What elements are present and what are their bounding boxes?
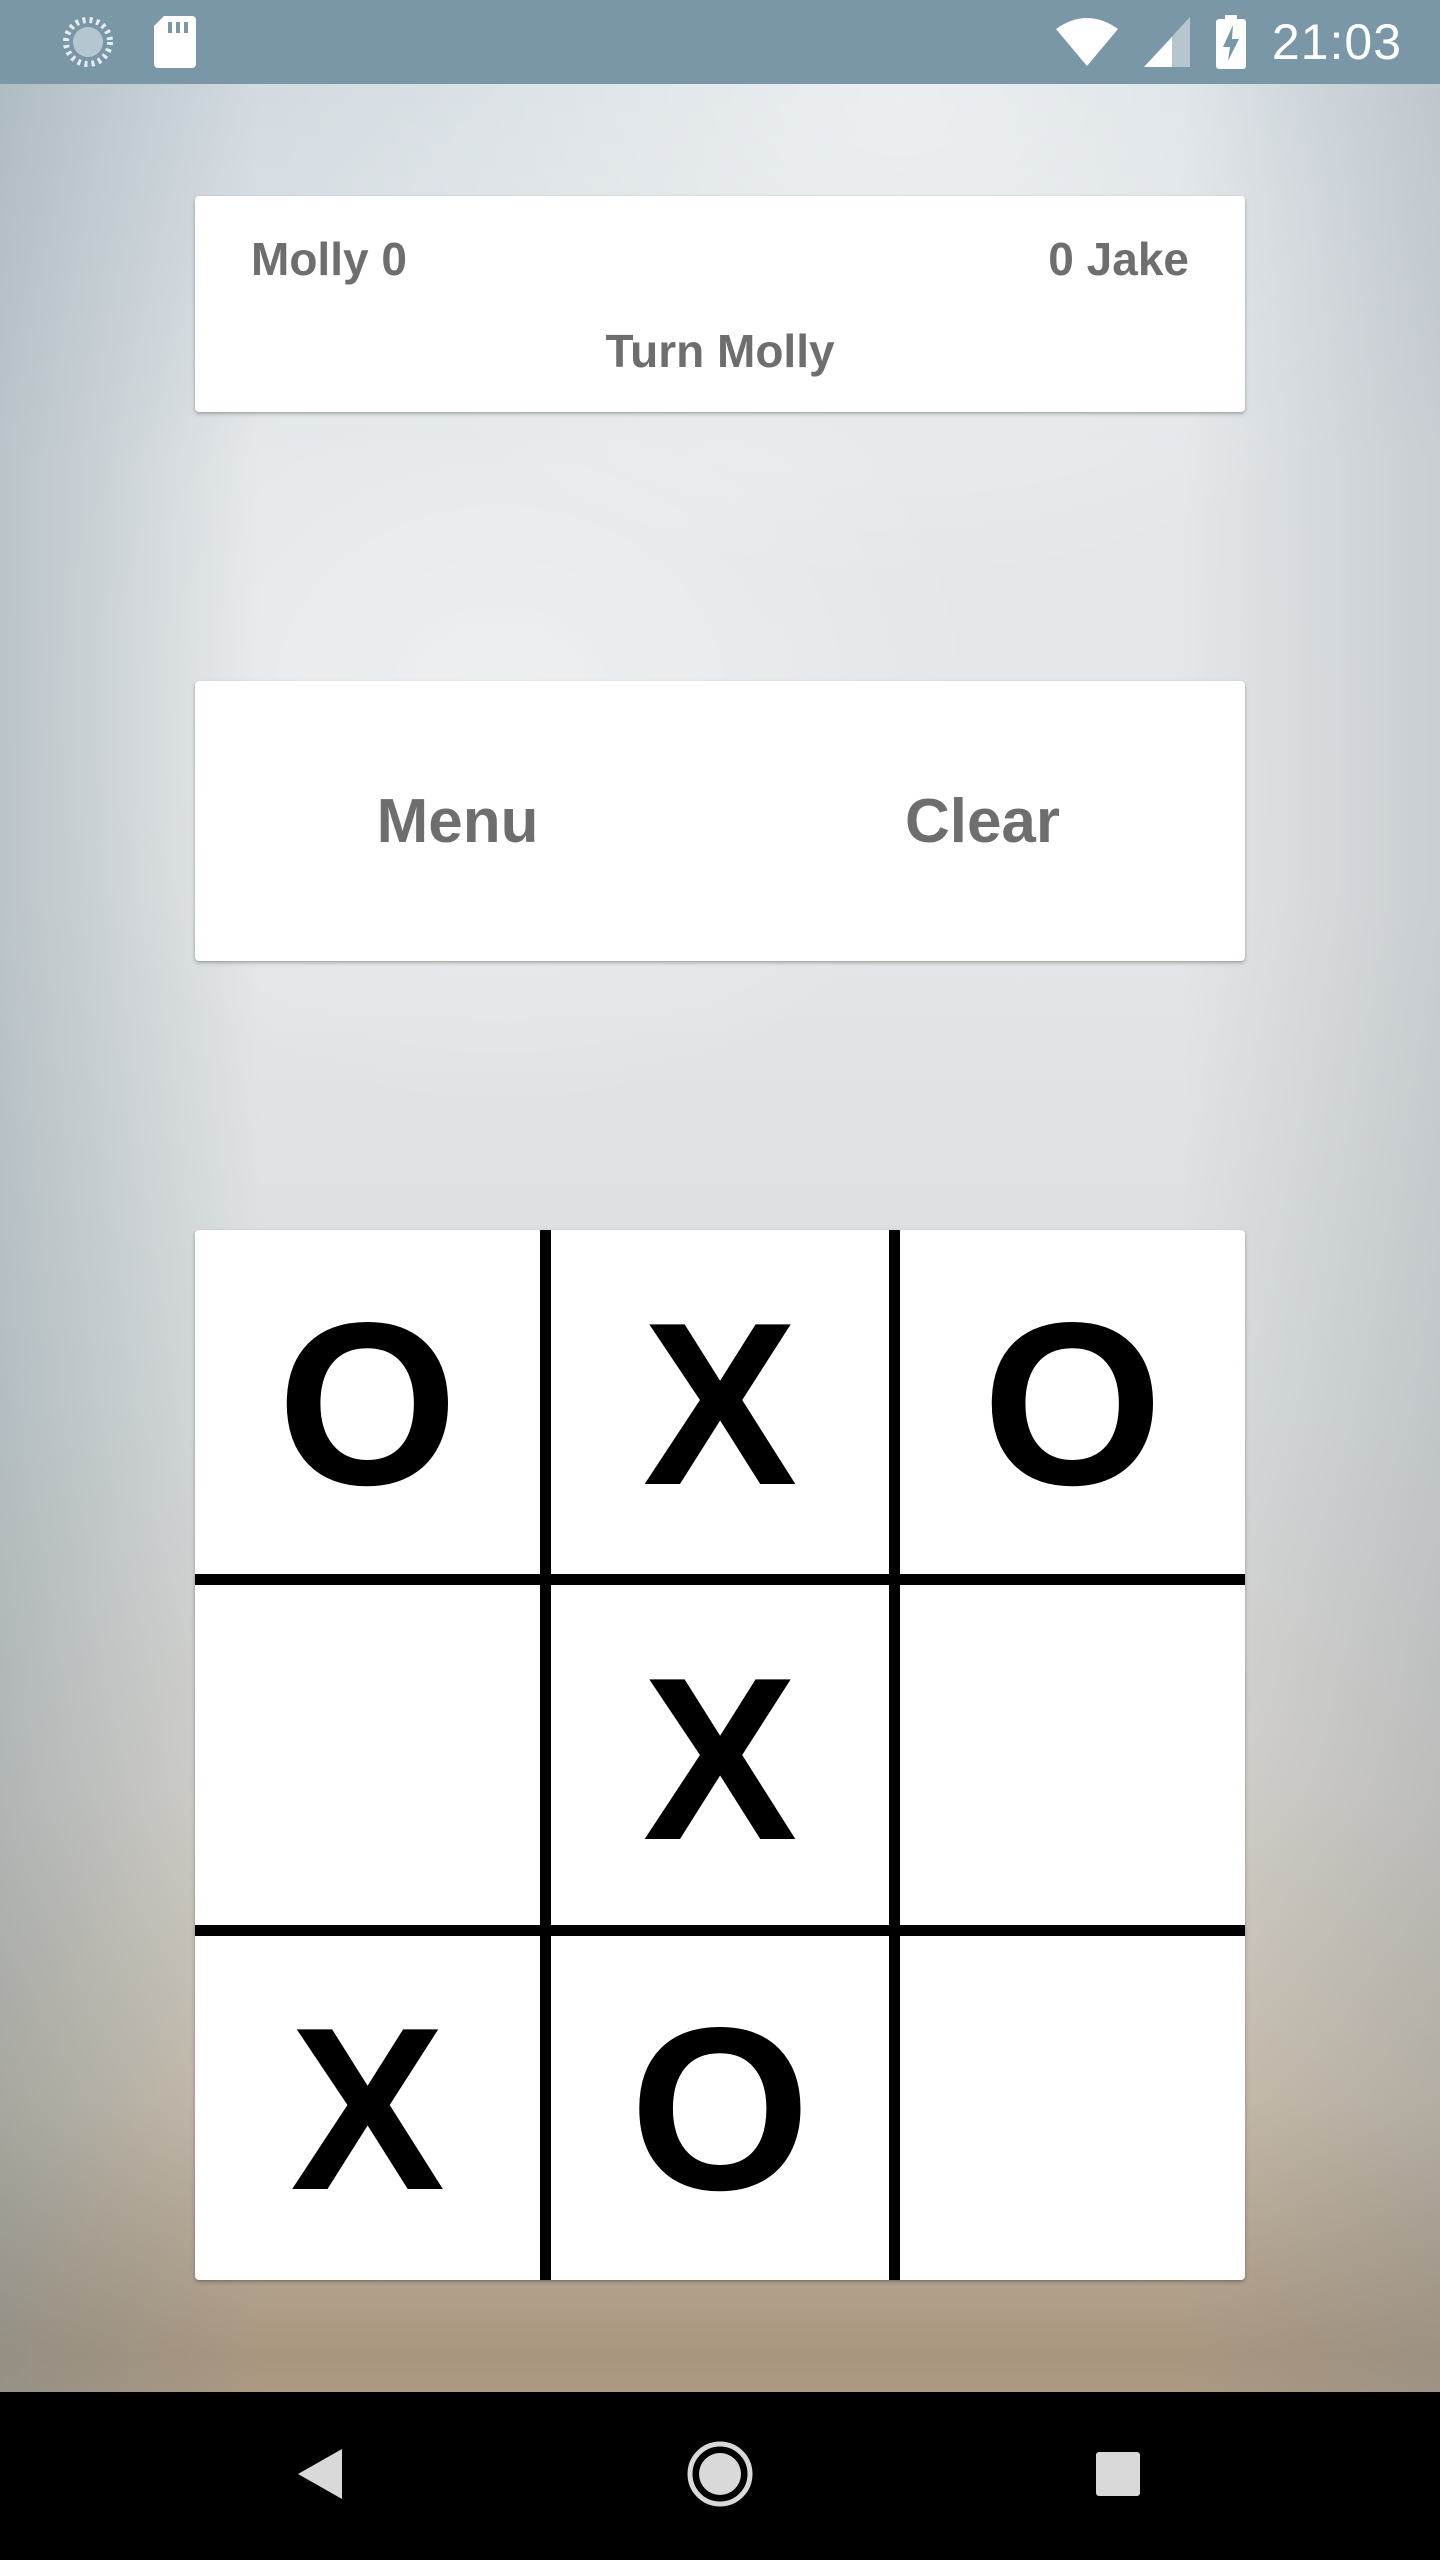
recents-icon — [1096, 2451, 1140, 2501]
navigation-bar — [0, 2392, 1440, 2560]
player1-score: Molly 0 — [251, 233, 407, 285]
game-board: O X O X X O — [195, 1230, 1245, 2280]
sync-icon — [62, 16, 114, 68]
board-cell-5[interactable]: X — [550, 1590, 890, 1930]
board-cell-7[interactable]: X — [195, 1940, 540, 2280]
back-icon — [298, 2448, 342, 2504]
action-card: Menu Clear — [195, 681, 1245, 961]
recents-button[interactable] — [1018, 2392, 1218, 2560]
battery-charging-icon — [1215, 15, 1246, 69]
player2-score: 0 Jake — [1048, 233, 1189, 285]
back-button[interactable] — [220, 2392, 420, 2560]
board-cell-3[interactable]: O — [900, 1230, 1245, 1580]
board-cell-4[interactable] — [195, 1590, 540, 1930]
board-cell-8[interactable]: O — [550, 1940, 890, 2280]
wifi-icon — [1055, 17, 1118, 67]
board-cell-1[interactable]: O — [195, 1230, 540, 1580]
home-button[interactable] — [620, 2392, 820, 2560]
score-row: Molly 0 0 Jake — [251, 232, 1189, 286]
clear-button[interactable]: Clear — [720, 681, 1245, 961]
menu-button[interactable]: Menu — [195, 681, 720, 961]
grid-line-horizontal-2 — [195, 1925, 1245, 1936]
board-cell-9[interactable] — [900, 1940, 1245, 2280]
grid-line-horizontal-1 — [195, 1574, 1245, 1585]
sd-card-icon — [154, 16, 196, 68]
status-bar: 21:03 — [0, 0, 1440, 84]
status-time: 21:03 — [1271, 14, 1402, 70]
home-icon — [686, 2440, 754, 2513]
turn-indicator: Turn Molly — [605, 325, 835, 377]
signal-icon — [1143, 17, 1190, 67]
grid-line-vertical-1 — [540, 1230, 551, 2280]
board-cell-6[interactable] — [900, 1590, 1245, 1930]
score-card: Molly 0 0 Jake Turn Molly — [195, 196, 1245, 412]
status-bar-left — [62, 16, 196, 68]
grid-line-vertical-2 — [889, 1230, 900, 2280]
status-bar-right: 21:03 — [1055, 13, 1402, 71]
board-cell-2[interactable]: X — [550, 1230, 890, 1580]
